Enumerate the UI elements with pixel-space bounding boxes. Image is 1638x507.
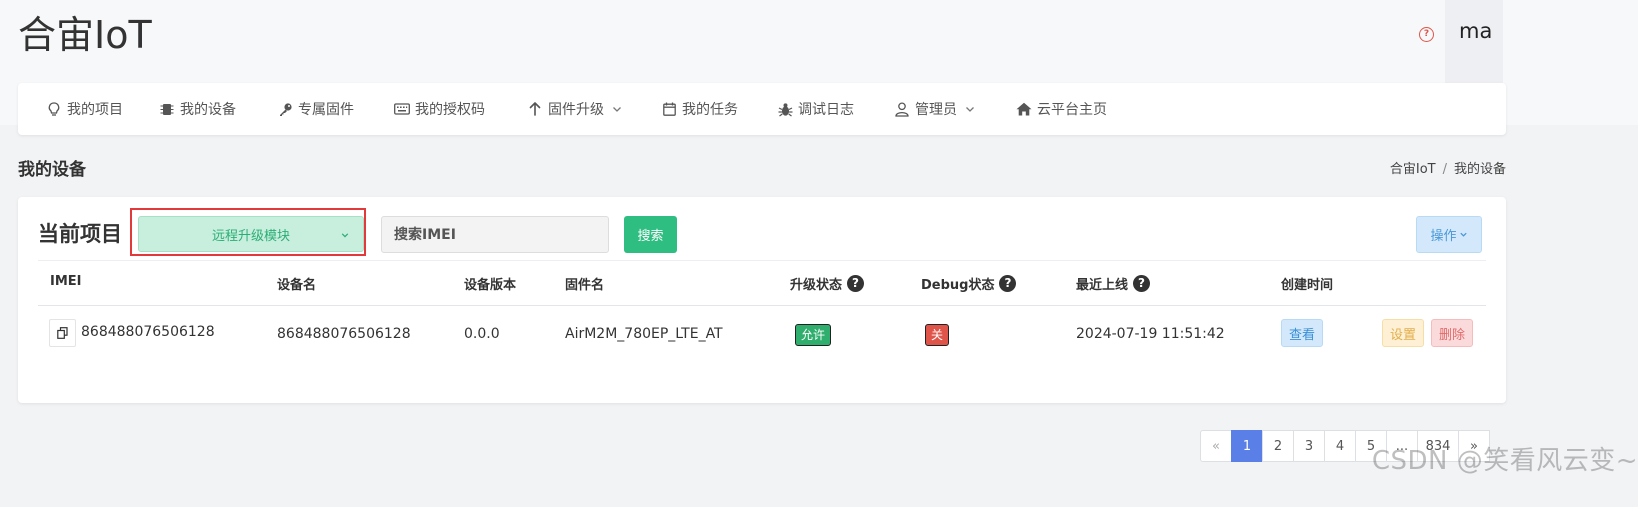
nav-label: 管理员 [915, 102, 957, 118]
question-circle-icon[interactable]: ? [999, 275, 1017, 292]
nav-label: 我的项目 [67, 102, 123, 118]
nav-label: 我的任务 [682, 102, 738, 118]
watermark-text: CSDN @笑看风云变~ [1371, 446, 1638, 476]
pagination-page-3[interactable]: 3 [1293, 430, 1325, 462]
col-header-created-time: 创建时间 [1281, 278, 1334, 293]
chevron-down-icon [613, 107, 621, 112]
question-circle-icon[interactable]: ? [847, 275, 865, 292]
chevron-down-icon [966, 107, 974, 112]
cell-firmware: AirM2M_780EP_LTE_AT [565, 326, 723, 342]
col-header-upgrade-status: 升级状态? [790, 274, 865, 293]
nav-label: 固件升级 [548, 102, 604, 118]
project-select-value: 远程升级模块 [211, 228, 290, 244]
table-divider [38, 260, 1486, 261]
app-title: 合宙IoT [18, 13, 152, 57]
col-header-device-version: 设备版本 [464, 278, 517, 293]
col-header-label: 升级状态 [790, 278, 843, 293]
nav-item-debug-logs[interactable]: 调试日志 [777, 83, 854, 135]
nav-item-firmware-upgrade[interactable]: 固件升级 [527, 83, 622, 135]
upgrade-status-badge[interactable]: 允许 [795, 324, 832, 346]
chevron-down-icon [341, 233, 349, 238]
operations-label: 操作 [1430, 229, 1457, 244]
pagination-page-2[interactable]: 2 [1262, 430, 1294, 462]
breadcrumb: 合宙IoT / 我的设备 [1390, 158, 1506, 177]
breadcrumb-current: 我的设备 [1453, 162, 1506, 177]
col-header-label: Debug状态 [921, 278, 995, 293]
nav-item-my-license-codes[interactable]: 我的授权码 [394, 83, 485, 135]
copy-imei-button[interactable] [49, 319, 76, 347]
col-header-label: 最近上线 [1076, 278, 1129, 293]
nav-label: 调试日志 [798, 102, 854, 118]
col-header-imei: IMEI [50, 274, 82, 289]
user-icon [894, 101, 910, 117]
chip-icon [159, 101, 175, 117]
view-button[interactable]: 查看 [1281, 319, 1323, 347]
operations-dropdown-button[interactable]: 操作 [1416, 216, 1482, 253]
nav-item-my-tasks[interactable]: 我的任务 [661, 83, 738, 135]
nav-label: 云平台主页 [1037, 102, 1107, 118]
cell-device-name: 868488076506128 [277, 326, 411, 342]
imei-search-input[interactable] [381, 216, 609, 253]
arrow-up-icon [527, 101, 543, 117]
nav-item-my-devices[interactable]: 我的设备 [159, 83, 236, 135]
col-header-debug-status: Debug状态? [921, 274, 1017, 293]
breadcrumb-home[interactable]: 合宙IoT [1390, 162, 1436, 177]
bug-icon [777, 101, 793, 117]
question-circle-icon[interactable]: ? [1133, 275, 1151, 292]
lightbulb-icon [46, 101, 62, 117]
nav-item-exclusive-firmware[interactable]: 专属固件 [277, 83, 354, 135]
col-header-device-name: 设备名 [277, 278, 317, 293]
cell-imei: 868488076506128 [81, 324, 215, 340]
page-title: 我的设备 [18, 160, 86, 180]
breadcrumb-separator: / [1442, 162, 1447, 177]
calendar-icon [661, 101, 677, 117]
project-select[interactable]: 远程升级模块 [138, 216, 364, 252]
nav-label: 专属固件 [298, 102, 354, 118]
table-header-divider [38, 305, 1486, 306]
col-header-firmware: 固件名 [565, 278, 605, 293]
delete-button[interactable]: 删除 [1431, 319, 1473, 347]
nav-item-admin[interactable]: 管理员 [894, 83, 975, 135]
cell-last-online: 2024-07-19 11:51:42 [1076, 326, 1225, 342]
user-name[interactable]: ma [1459, 19, 1492, 43]
debug-status-badge[interactable]: 关 [925, 324, 950, 346]
cell-device-version: 0.0.0 [464, 326, 500, 342]
question-circle-icon[interactable]: ? [1419, 27, 1434, 42]
keyboard-icon [394, 101, 410, 117]
nav-item-my-projects[interactable]: 我的项目 [46, 83, 123, 135]
current-project-label: 当前项目 [38, 222, 122, 246]
nav-label: 我的设备 [180, 102, 236, 118]
key-icon [277, 101, 293, 117]
pagination-page-4[interactable]: 4 [1324, 430, 1356, 462]
col-header-last-online: 最近上线? [1076, 274, 1151, 293]
nav-item-cloud-home[interactable]: 云平台主页 [1016, 83, 1107, 135]
pagination-prev[interactable]: « [1200, 430, 1232, 462]
top-nav: 我的项目 我的设备 专属固件 我的授权码 固件升级 我的任务 调试日志 管理员 … [18, 83, 1506, 135]
search-button[interactable]: 搜索 [624, 216, 677, 253]
chevron-down-icon [1459, 232, 1467, 237]
settings-button[interactable]: 设置 [1382, 319, 1424, 347]
home-icon [1016, 101, 1032, 117]
pagination-page-1[interactable]: 1 [1231, 430, 1263, 462]
nav-label: 我的授权码 [415, 102, 485, 118]
copy-icon [57, 327, 68, 339]
